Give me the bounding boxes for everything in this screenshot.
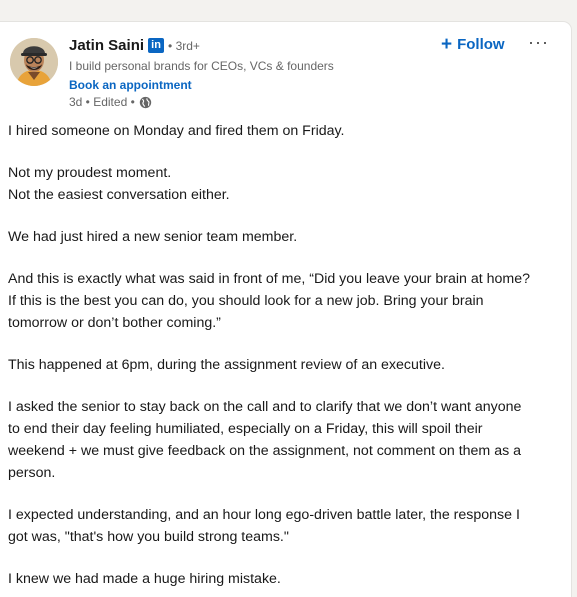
post-body: I hired someone on Monday and fired them… — [8, 120, 556, 597]
post-text-line: And this is exactly what was said in fro… — [8, 271, 531, 287]
post-paragraph: We had just hired a new senior team memb… — [8, 226, 556, 248]
post-meta-text: 3d • Edited • — [69, 95, 135, 109]
post-text-line: I expected understanding, and an hour lo… — [8, 507, 520, 523]
post-text-line: This happened at 6pm, during the assignm… — [8, 357, 445, 373]
globe-icon — [139, 96, 151, 108]
author-name-line: Jatin Saini in • 3rd+ — [69, 37, 200, 54]
plus-icon: + — [441, 34, 453, 55]
post-paragraph: I hired someone on Monday and fired them… — [8, 120, 556, 142]
avatar-image — [10, 38, 58, 86]
author-headline: I build personal brands for CEOs, VCs & … — [69, 59, 334, 73]
linkedin-icon: in — [148, 38, 165, 53]
post-text-line: If this is the best you can do, you shou… — [8, 293, 484, 309]
post-text-line: Not the easiest conversation either. — [8, 187, 230, 203]
post-paragraph: I expected understanding, and an hour lo… — [8, 504, 556, 548]
post-text-line: Not my proudest moment. — [8, 165, 172, 181]
post-paragraph: Not my proudest moment. Not the easiest c… — [8, 162, 556, 206]
post-text-line: I asked the senior to stay back on the c… — [8, 399, 522, 415]
avatar[interactable] — [10, 38, 58, 86]
post-meta: 3d • Edited • — [69, 95, 152, 109]
author-name[interactable]: Jatin Saini — [69, 37, 144, 54]
post-paragraph: I asked the senior to stay back on the c… — [8, 396, 556, 484]
more-icon[interactable]: ··· — [528, 32, 549, 53]
post-text-line: tomorrow or don’t bother coming.” — [8, 315, 221, 331]
connection-degree: • 3rd+ — [168, 38, 200, 53]
post-text-line: weekend + we must give feedback on the a… — [8, 443, 522, 459]
book-appointment-link[interactable]: Book an appointment — [69, 78, 192, 92]
post-header: Jatin Saini in • 3rd+ I build personal b… — [0, 22, 571, 112]
post-paragraph: I knew we had made a huge hiring mistake… — [8, 568, 556, 590]
post-text-line: We had just hired a new senior team memb… — [8, 229, 298, 245]
follow-label: Follow — [457, 36, 505, 53]
post-paragraph: This happened at 6pm, during the assignm… — [8, 354, 556, 376]
post-text-line: got was, "that's how you build strong te… — [8, 529, 289, 545]
post-text-line: to end their day feeling humiliated, esp… — [8, 421, 483, 437]
post-paragraph: And this is exactly what was said in fro… — [8, 268, 556, 334]
follow-button[interactable]: + Follow — [441, 35, 505, 54]
post-text-line: I knew we had made a huge hiring mistake… — [8, 571, 281, 587]
post-card: Jatin Saini in • 3rd+ I build personal b… — [0, 22, 571, 597]
post-text-line: I hired someone on Monday and fired them… — [8, 123, 345, 139]
post-text-line: person. — [8, 465, 56, 481]
